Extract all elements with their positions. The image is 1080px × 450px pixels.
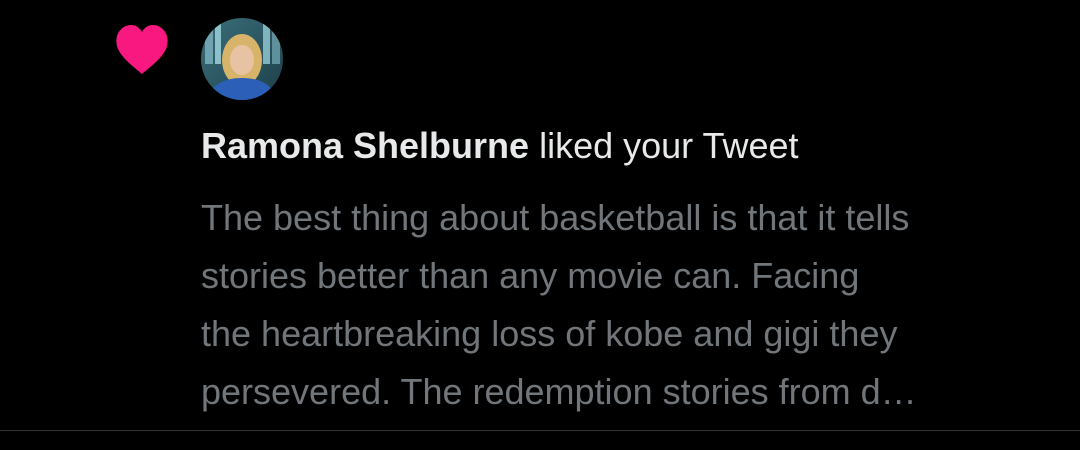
tweet-line: The best thing about basketball is that …: [201, 197, 910, 238]
tweet-line: the heartbreaking loss of kobe and gigi …: [201, 313, 898, 354]
tweet-line: persevered. The redemption stories from …: [201, 371, 917, 412]
avatar[interactable]: [201, 18, 283, 100]
divider: [0, 430, 1080, 431]
heart-icon: [114, 22, 170, 76]
like-notification[interactable]: Ramona Shelburne liked your Tweet The be…: [0, 0, 1080, 431]
tweet-line: stories better than any movie can. Facin…: [201, 255, 860, 296]
user-name-link[interactable]: Ramona Shelburne: [201, 125, 529, 166]
notification-headline: Ramona Shelburne liked your Tweet: [201, 124, 799, 168]
tweet-preview[interactable]: The best thing about basketball is that …: [201, 189, 1051, 421]
action-text: liked your Tweet: [539, 125, 799, 166]
